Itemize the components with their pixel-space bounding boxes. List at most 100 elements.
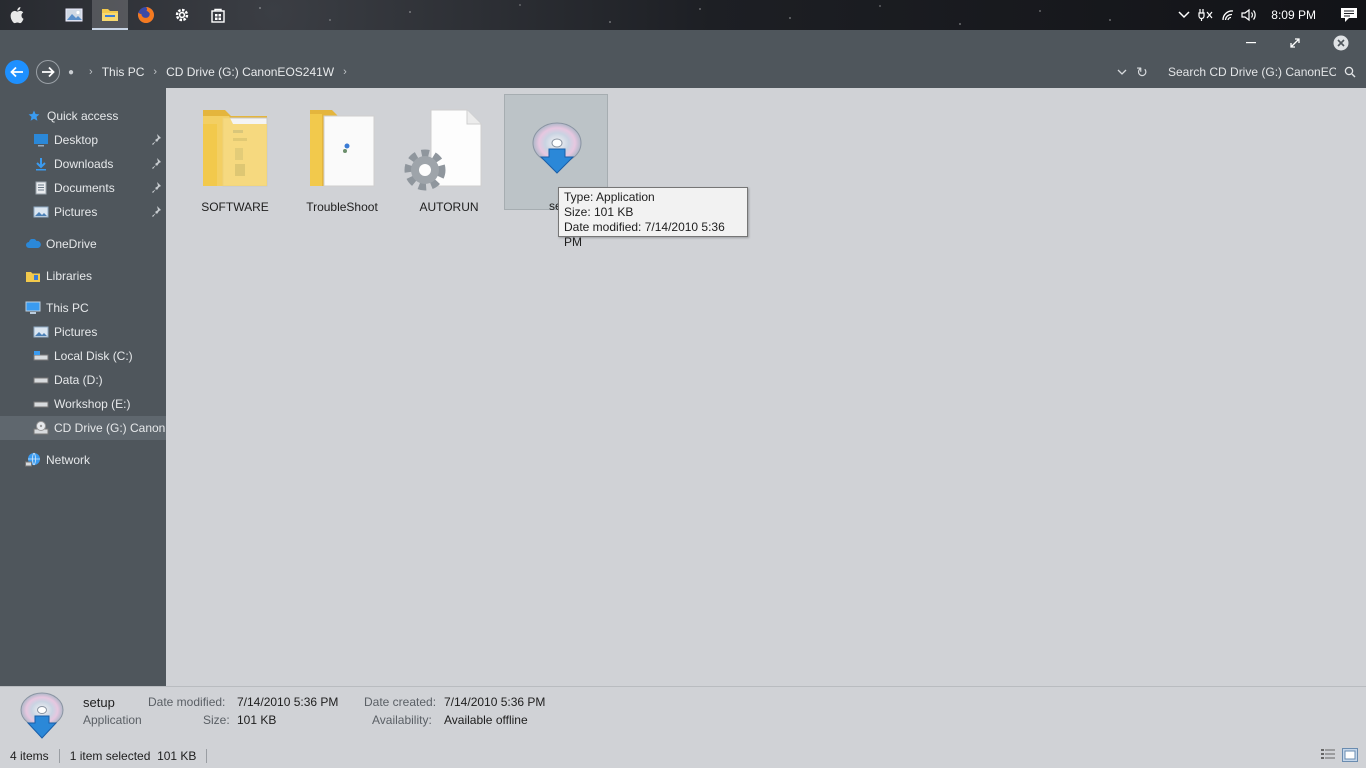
clock[interactable]: 8:09 PM <box>1261 8 1332 22</box>
action-center-icon[interactable] <box>1332 0 1366 30</box>
sidebar-item-onedrive[interactable]: OneDrive <box>0 232 166 256</box>
restore-icon[interactable] <box>1272 30 1318 56</box>
details-date-modified: 7/14/2010 5:36 PM <box>237 695 339 709</box>
tooltip-date: Date modified: 7/14/2010 5:36 PM <box>564 220 725 249</box>
chevron-right-icon[interactable]: › <box>343 66 347 78</box>
drive-icon <box>33 396 49 412</box>
libraries-icon <box>25 268 41 284</box>
sidebar-item-label: Workshop (E:) <box>54 397 131 411</box>
file-name: TroubleShoot <box>306 200 378 214</box>
pin-icon[interactable] <box>151 205 163 219</box>
file-explorer-icon[interactable] <box>92 0 128 30</box>
minimize-icon[interactable] <box>1228 30 1274 56</box>
photos-icon[interactable] <box>56 0 92 30</box>
recent-locations-dot-icon[interactable]: ● <box>68 67 74 78</box>
pin-icon[interactable] <box>151 133 163 147</box>
setup-cd-icon <box>20 692 64 739</box>
sidebar-item-documents[interactable]: Documents <box>0 176 166 200</box>
sidebar-item-data-d[interactable]: Data (D:) <box>0 368 166 392</box>
settings-icon[interactable] <box>164 0 200 30</box>
breadcrumb: › This PC › CD Drive (G:) CanonEOS241W › <box>80 65 356 79</box>
details-size-label: Size: <box>203 713 230 727</box>
details-file-kind: Application <box>83 713 142 727</box>
sidebar-item-pictures-pc[interactable]: Pictures <box>0 320 166 344</box>
chevron-right-icon[interactable]: › <box>89 66 93 78</box>
chevron-right-icon[interactable]: › <box>153 66 157 78</box>
pictures-icon <box>33 204 49 220</box>
drive-icon <box>33 372 49 388</box>
folder-icon <box>310 110 375 187</box>
file-item-autorun[interactable]: AUTORUN <box>397 96 501 214</box>
sidebar-item-label: Desktop <box>54 133 99 147</box>
details-size: 101 KB <box>237 713 277 727</box>
power-icon[interactable] <box>1195 0 1217 30</box>
tooltip-size: Size: 101 KB <box>564 205 634 219</box>
sidebar-item-label: OneDrive <box>46 237 97 251</box>
sidebar-item-label: Downloads <box>54 157 114 171</box>
close-icon[interactable] <box>1318 30 1364 56</box>
chevron-up-icon[interactable] <box>1173 0 1195 30</box>
taskbar: 8:09 PM <box>0 0 1366 30</box>
sidebar-item-label: CD Drive (G:) CanonE <box>54 421 166 435</box>
sidebar-item-label: Libraries <box>46 269 93 283</box>
desktop-icon <box>33 132 49 148</box>
apple-icon[interactable] <box>0 0 36 30</box>
wifi-icon[interactable] <box>1217 0 1239 30</box>
details-file-name: setup <box>83 695 115 710</box>
search-box[interactable] <box>1160 60 1360 84</box>
address-history-chevron-down-icon[interactable] <box>1112 56 1132 88</box>
sidebar-item-label: Network <box>46 453 91 467</box>
search-icon[interactable] <box>1344 66 1356 78</box>
details-availability: Available offline <box>444 713 528 727</box>
sidebar-item-label: Pictures <box>54 325 98 339</box>
details-pane: setup Application Date modified: 7/14/20… <box>0 686 1366 744</box>
search-input[interactable] <box>1160 65 1336 79</box>
details-date-created-label: Date created: <box>364 695 437 709</box>
breadcrumb-cd-drive[interactable]: CD Drive (G:) CanonEOS241W <box>166 65 334 79</box>
star-icon <box>26 108 42 124</box>
navigation-pane: Quick access Desktop Downloads Documents… <box>0 88 166 686</box>
firefox-icon[interactable] <box>128 0 164 30</box>
status-bar: 4 items 1 item selected 101 KB <box>0 744 1366 768</box>
sidebar-item-workshop-e[interactable]: Workshop (E:) <box>0 392 166 416</box>
sidebar-item-label: Documents <box>54 181 115 195</box>
status-selection: 1 item selected 101 KB <box>60 749 208 763</box>
refresh-icon[interactable]: ↻ <box>1132 56 1152 88</box>
details-view-icon[interactable] <box>1320 748 1336 762</box>
sidebar-item-label: Quick access <box>47 109 119 123</box>
pictures-icon <box>33 324 49 340</box>
settings-file-icon <box>404 109 482 191</box>
sidebar-item-pictures[interactable]: Pictures <box>0 200 166 224</box>
sidebar-item-network[interactable]: Network <box>0 448 166 472</box>
forward-button[interactable] <box>36 60 60 84</box>
sidebar-item-cd-drive-g[interactable]: CD Drive (G:) CanonE <box>0 416 166 440</box>
sidebar-item-label: Pictures <box>54 205 98 219</box>
setup-cd-icon <box>532 122 582 174</box>
status-item-count: 4 items <box>0 749 60 763</box>
view-switcher <box>1320 748 1358 762</box>
sidebar-item-this-pc[interactable]: This PC <box>0 296 166 320</box>
file-info-tooltip: Type: Application Size: 101 KB Date modi… <box>558 187 748 249</box>
file-item-software[interactable]: SOFTWARE <box>183 96 287 214</box>
volume-icon[interactable] <box>1239 0 1261 30</box>
back-button[interactable] <box>5 60 29 84</box>
breadcrumb-this-pc[interactable]: This PC <box>102 65 145 79</box>
pin-icon[interactable] <box>151 157 163 171</box>
file-item-troubleshoot[interactable]: TroubleShoot <box>290 96 394 214</box>
sidebar-item-libraries[interactable]: Libraries <box>0 264 166 288</box>
onedrive-icon <box>25 236 41 252</box>
sidebar-item-desktop[interactable]: Desktop <box>0 128 166 152</box>
folder-icon <box>203 110 268 187</box>
window-title-bar <box>0 30 1366 56</box>
pin-icon[interactable] <box>151 181 163 195</box>
cd-drive-icon <box>33 420 49 436</box>
sidebar-item-local-disk-c[interactable]: Local Disk (C:) <box>0 344 166 368</box>
file-list-area[interactable]: SOFTWARE TroubleShoot AUTORUN set Type: … <box>166 88 1366 686</box>
details-date-modified-label: Date modified: <box>148 695 226 709</box>
store-icon[interactable] <box>200 0 236 30</box>
large-icons-view-icon[interactable] <box>1342 748 1358 762</box>
sidebar-item-quick-access[interactable]: Quick access <box>0 104 166 128</box>
download-icon <box>33 156 49 172</box>
sidebar-item-downloads[interactable]: Downloads <box>0 152 166 176</box>
computer-icon <box>25 300 41 316</box>
